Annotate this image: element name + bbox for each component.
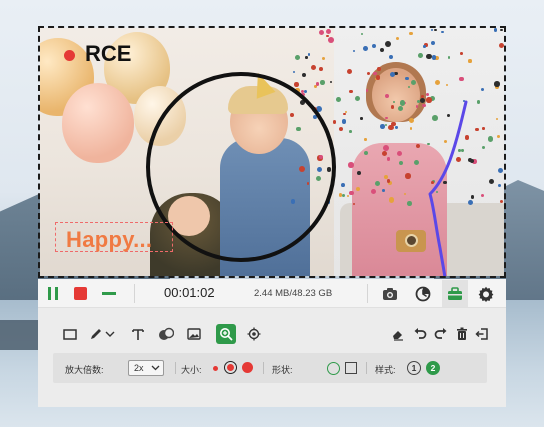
exit-icon[interactable] bbox=[472, 324, 492, 344]
pause-icon[interactable] bbox=[48, 287, 60, 300]
timer-icon[interactable] bbox=[412, 283, 434, 305]
recording-area[interactable]: RCE Happy... bbox=[38, 26, 506, 278]
zoom-label: 放大倍数: bbox=[65, 365, 104, 375]
toolbox-icon[interactable] bbox=[442, 280, 468, 307]
magnifier-icon[interactable] bbox=[216, 324, 236, 344]
annotation-red-dot[interactable] bbox=[64, 50, 75, 61]
trash-icon[interactable] bbox=[452, 324, 472, 344]
drawing-panel: 放大倍数: 2x 大小: 形状: 样式: 1 2 bbox=[38, 308, 506, 407]
annotation-label[interactable]: RCE bbox=[85, 41, 131, 67]
annotation-circle[interactable] bbox=[146, 72, 336, 262]
image-icon[interactable] bbox=[184, 324, 204, 344]
chevron-down-icon[interactable] bbox=[104, 324, 116, 344]
chevron-down-icon bbox=[151, 365, 160, 371]
step-icon[interactable] bbox=[156, 324, 176, 344]
zoom-value: 2x bbox=[134, 363, 144, 373]
shape-label: 形状: bbox=[272, 365, 293, 375]
zoom-select[interactable]: 2x bbox=[128, 360, 164, 376]
camera-icon[interactable] bbox=[379, 283, 401, 305]
divider bbox=[367, 284, 368, 303]
shape-square[interactable] bbox=[345, 362, 357, 374]
gear-icon[interactable] bbox=[475, 283, 497, 305]
tool-options-bar: 放大倍数: 2x 大小: 形状: 样式: 1 2 bbox=[53, 353, 487, 383]
size-label: 大小: bbox=[181, 365, 202, 375]
style-label: 样式: bbox=[375, 365, 396, 375]
shape-circle[interactable] bbox=[327, 362, 340, 375]
balloon bbox=[62, 83, 134, 163]
style-option-1[interactable]: 1 bbox=[407, 361, 421, 375]
rectangle-icon[interactable] bbox=[60, 324, 80, 344]
style-option-2[interactable]: 2 bbox=[426, 361, 440, 375]
annotation-freehand-stroke[interactable] bbox=[420, 98, 480, 278]
recording-control-bar: 00:01:02 2.44 MB/48.23 GB bbox=[38, 279, 506, 308]
stop-icon[interactable] bbox=[74, 287, 87, 300]
file-size: 2.44 MB/48.23 GB bbox=[254, 288, 333, 299]
undo-icon[interactable] bbox=[410, 324, 430, 344]
annotation-text[interactable]: Happy... bbox=[66, 227, 152, 253]
eraser-icon[interactable] bbox=[388, 324, 408, 344]
redo-icon[interactable] bbox=[431, 324, 451, 344]
elapsed-time: 00:01:02 bbox=[164, 285, 215, 300]
size-small[interactable] bbox=[213, 366, 218, 371]
text-icon[interactable] bbox=[128, 324, 148, 344]
divider bbox=[134, 284, 135, 303]
spotlight-icon[interactable] bbox=[244, 324, 264, 344]
size-medium[interactable] bbox=[224, 361, 237, 374]
size-large[interactable] bbox=[242, 362, 253, 373]
minimize-icon[interactable] bbox=[102, 292, 116, 295]
pen-icon[interactable] bbox=[86, 324, 106, 344]
